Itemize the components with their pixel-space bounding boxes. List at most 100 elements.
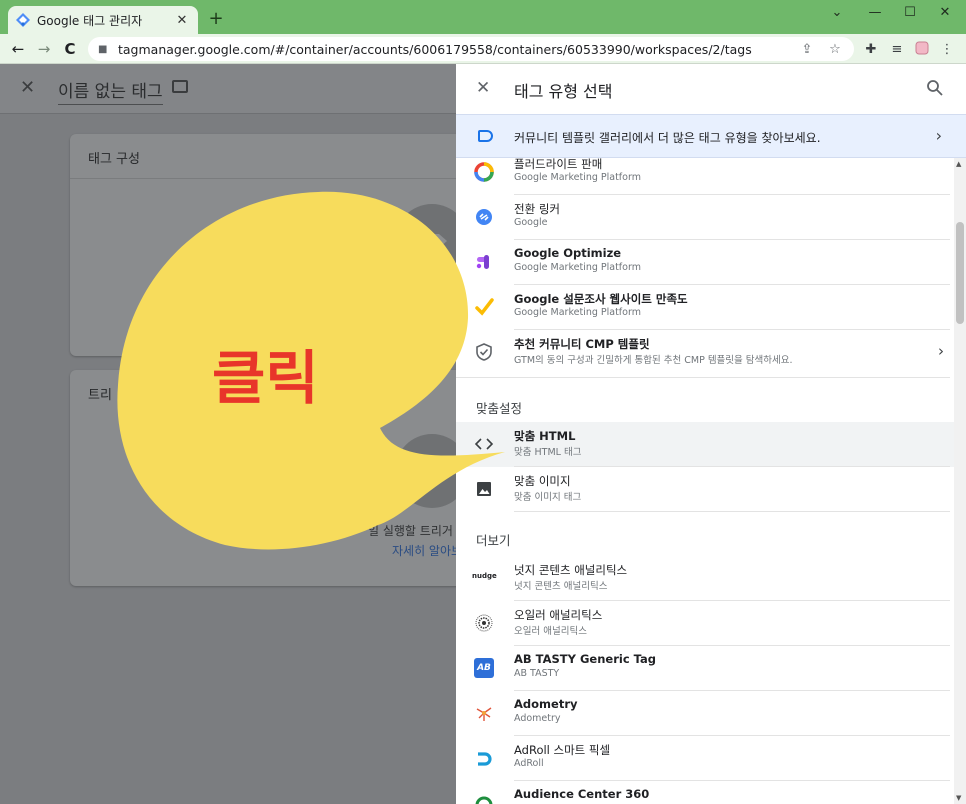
image-icon bbox=[477, 482, 491, 496]
item-sub: Google Marketing Platform bbox=[514, 307, 641, 318]
tag-type-list: 플러드라이트 판매 Google Marketing Platform 전환 링… bbox=[456, 158, 954, 804]
share-icon[interactable]: ⇪ bbox=[798, 42, 816, 57]
item-name: 맞춤 HTML bbox=[514, 429, 576, 443]
chevron-right-icon: › bbox=[935, 126, 942, 145]
item-name: 추천 커뮤니티 CMP 템플릿 bbox=[514, 337, 650, 351]
tag-type-panel: ✕ 태그 유형 선택 커뮤니티 템플릿 갤러리에서 더 많은 태그 유형을 찾아… bbox=[456, 64, 966, 804]
panel-scrollbar[interactable]: ▲ ▼ bbox=[954, 158, 966, 804]
adometry-logo bbox=[476, 707, 492, 721]
tag-config-card[interactable]: 태그 구성 면 태그 유 세히 알아보 bbox=[70, 134, 470, 356]
conversion-linker-icon bbox=[476, 209, 492, 225]
chevron-right-icon: › bbox=[938, 342, 944, 360]
trigger-title: 트리 bbox=[88, 388, 112, 403]
item-sub: Google bbox=[514, 217, 548, 228]
tag-type-conversion-linker[interactable]: 전환 링커 Google bbox=[456, 195, 954, 240]
item-sub: 맞춤 HTML 태그 bbox=[514, 447, 582, 458]
trigger-text: 일 실행할 트리거 bbox=[368, 524, 453, 538]
tag-name-field[interactable]: 이름 없는 태그 bbox=[58, 77, 163, 105]
section-more: 더보기 bbox=[476, 533, 511, 548]
adroll-logo bbox=[478, 752, 492, 766]
tag-outline-icon bbox=[478, 130, 493, 142]
panel-close-icon[interactable]: ✕ bbox=[476, 78, 490, 98]
item-name: Adometry bbox=[514, 697, 578, 711]
tab-title: Google 태그 관리자 bbox=[37, 13, 143, 28]
trigger-card[interactable]: 트리 일 실행할 트리거 자세히 알아보 bbox=[70, 370, 470, 586]
item-sub: 오일러 애널리틱스 bbox=[514, 626, 587, 637]
tag-type-community-cmp[interactable]: 추천 커뮤니티 CMP 템플릿 GTM의 동의 구성과 긴밀하게 통합된 추천 … bbox=[456, 330, 954, 378]
browser-titlebar: Google 태그 관리자 ✕ + ⌄ — ☐ ✕ bbox=[0, 0, 966, 34]
abtasty-logo: AB bbox=[474, 658, 494, 678]
forward-button[interactable]: → bbox=[34, 39, 54, 59]
reading-list-icon[interactable]: ≡ bbox=[888, 41, 906, 59]
tag-type-nudge[interactable]: nudge 넛지 콘텐츠 애널리틱스 넛지 콘텐츠 애널리틱스 bbox=[456, 556, 954, 601]
tag-type-custom-image[interactable]: 맞춤 이미지 맞춤 이미지 태그 bbox=[456, 467, 954, 512]
scroll-up-icon[interactable]: ▲ bbox=[956, 160, 961, 168]
tag-type-adroll[interactable]: AdRoll 스마트 픽셀 AdRoll bbox=[456, 736, 954, 781]
euler-logo bbox=[475, 614, 493, 632]
item-sub: GTM의 동의 구성과 긴밀하게 통합된 추천 CMP 템플릿을 탐색하세요. bbox=[514, 355, 793, 366]
tab-close-icon[interactable]: ✕ bbox=[174, 13, 190, 28]
item-sub: 넛지 콘텐츠 애널리틱스 bbox=[514, 581, 608, 592]
panel-header: ✕ 태그 유형 선택 bbox=[456, 64, 966, 114]
section-custom: 맞춤설정 bbox=[476, 401, 523, 416]
reload-button[interactable]: C bbox=[60, 39, 80, 59]
tab-search-button[interactable]: ⌄ bbox=[822, 4, 852, 22]
nudge-logo: nudge bbox=[472, 572, 497, 580]
close-window-button[interactable]: ✕ bbox=[930, 4, 960, 22]
tag-config-title: 태그 구성 bbox=[88, 152, 140, 167]
url-text: tagmanager.google.com/#/container/accoun… bbox=[118, 41, 752, 57]
search-icon[interactable] bbox=[926, 79, 944, 97]
scroll-down-icon[interactable]: ▼ bbox=[956, 794, 961, 802]
code-icon bbox=[474, 438, 494, 450]
profile-avatar[interactable] bbox=[913, 41, 931, 59]
item-name: Google Optimize bbox=[514, 246, 622, 260]
tag-type-adometry[interactable]: Adometry Adometry bbox=[456, 691, 954, 736]
tag-type-google-optimize[interactable]: Google Optimize Google Marketing Platfor… bbox=[456, 240, 954, 285]
menu-icon[interactable]: ⋮ bbox=[938, 41, 956, 59]
browser-tab[interactable]: Google 태그 관리자 ✕ bbox=[8, 6, 198, 34]
back-button[interactable]: ← bbox=[8, 39, 28, 59]
item-name: 전환 링커 bbox=[514, 202, 560, 216]
minimize-button[interactable]: — bbox=[860, 4, 890, 22]
item-name: Google 설문조사 웹사이트 만족도 bbox=[514, 292, 688, 306]
floodlight-icon bbox=[474, 162, 494, 182]
tag-type-floodlight-sales[interactable]: 플러드라이트 판매 Google Marketing Platform bbox=[456, 158, 954, 195]
item-sub: Adometry bbox=[514, 713, 561, 724]
banner-text: 커뮤니티 템플릿 갤러리에서 더 많은 태그 유형을 찾아보세요. bbox=[514, 131, 821, 145]
item-name: 오일러 애널리틱스 bbox=[514, 608, 603, 622]
extensions-icon[interactable]: ✚ bbox=[862, 41, 880, 59]
item-name: 넛지 콘텐츠 애널리틱스 bbox=[514, 563, 628, 577]
shield-check-icon bbox=[476, 343, 492, 361]
maximize-button[interactable]: ☐ bbox=[895, 4, 925, 22]
scroll-thumb[interactable] bbox=[956, 222, 964, 324]
surveys-icon bbox=[475, 298, 494, 316]
tag-type-custom-html[interactable]: 맞춤 HTML 맞춤 HTML 태그 bbox=[456, 422, 954, 467]
item-sub: Google Marketing Platform bbox=[514, 172, 641, 183]
item-name: 맞춤 이미지 bbox=[514, 474, 571, 488]
item-name: AB TASTY Generic Tag bbox=[514, 652, 656, 666]
item-sub: AB TASTY bbox=[514, 668, 560, 679]
tag-type-google-surveys[interactable]: Google 설문조사 웹사이트 만족도 Google Marketing Pl… bbox=[456, 285, 954, 330]
audience-center-logo bbox=[475, 796, 493, 804]
optimize-icon bbox=[476, 255, 489, 269]
tag-config-text: 면 태그 유 bbox=[402, 294, 454, 308]
tag-type-audience-center[interactable]: Audience Center 360 bbox=[456, 781, 954, 804]
item-name: AdRoll 스마트 픽셀 bbox=[514, 743, 611, 757]
community-gallery-banner[interactable]: 커뮤니티 템플릿 갤러리에서 더 많은 태그 유형을 찾아보세요. › bbox=[456, 114, 966, 158]
address-bar[interactable]: ■ tagmanager.google.com/#/container/acco… bbox=[88, 37, 854, 61]
new-tab-button[interactable]: + bbox=[206, 9, 226, 29]
tag-type-abtasty[interactable]: AB AB TASTY Generic Tag AB TASTY bbox=[456, 646, 954, 691]
lock-icon: ■ bbox=[98, 43, 108, 55]
trigger-learn-more[interactable]: 자세히 알아보 bbox=[392, 542, 462, 559]
browser-toolbar: ← → C ■ tagmanager.google.com/#/containe… bbox=[0, 34, 966, 64]
item-sub: Google Marketing Platform bbox=[514, 262, 641, 273]
item-name: 플러드라이트 판매 bbox=[514, 158, 603, 171]
item-sub: 맞춤 이미지 태그 bbox=[514, 492, 582, 503]
folder-icon[interactable] bbox=[172, 80, 188, 93]
bookmark-star-icon[interactable]: ☆ bbox=[826, 42, 844, 57]
tag-type-euler[interactable]: 오일러 애널리틱스 오일러 애널리틱스 bbox=[456, 601, 954, 646]
item-name: Audience Center 360 bbox=[514, 787, 650, 801]
item-sub: AdRoll bbox=[514, 758, 544, 769]
gtm-favicon-icon bbox=[16, 13, 30, 27]
editor-close-icon[interactable]: ✕ bbox=[20, 77, 35, 98]
